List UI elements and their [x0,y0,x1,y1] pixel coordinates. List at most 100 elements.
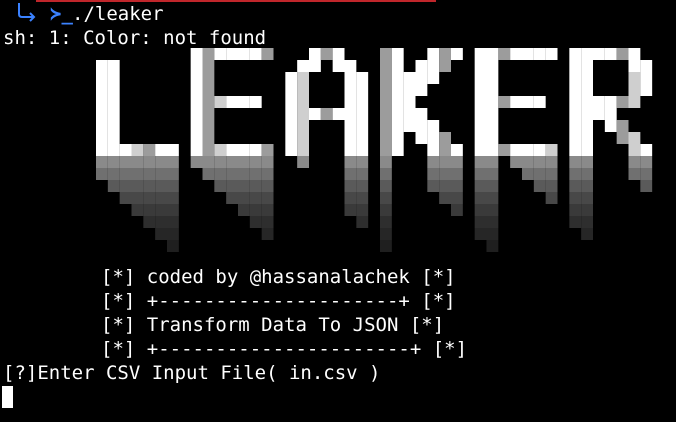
banner-pixel [226,192,238,204]
banner-pixel [96,156,108,168]
banner-pixel [380,96,392,108]
banner-pixel [344,180,357,192]
banner-pixel [96,132,108,144]
banner-pixel [616,96,629,108]
banner-pixel [155,228,167,240]
banner-pixel [569,84,582,96]
banner-pixel [143,168,156,180]
banner-pixel [356,156,369,168]
banner-pixel [380,72,392,84]
banner-pixel [403,84,416,96]
banner-pixel [356,96,369,108]
banner-pixel [119,144,132,156]
banner-pixel [167,180,179,192]
banner-pixel [439,48,451,60]
banner-pixel [297,96,309,108]
banner-pixel [190,156,203,168]
banner-pixel [474,48,487,60]
banner-pixel [96,96,108,108]
banner-pixel [380,48,392,60]
banner-pixel [581,132,593,144]
banner-pixel [356,132,369,144]
banner-pixel [190,144,203,156]
banner-pixel [427,120,440,132]
banner-pixel [119,156,132,168]
banner-pixel [107,120,120,132]
banner-pixel [155,168,167,180]
banner-pixel [202,132,215,144]
banner-pixel [604,96,617,108]
banner-pixel [403,108,416,120]
banner-pixel [285,144,298,156]
banner-pixel [131,180,144,192]
banner-pixel [332,48,345,60]
banner-pixel [249,96,262,108]
banner-pixel [380,108,392,120]
banner-pixel [415,108,428,120]
banner-pixel [569,48,582,60]
banner-pixel [344,60,357,72]
text-cursor[interactable] [2,386,13,408]
banner-pixel [474,156,487,168]
banner-pixel [581,48,593,60]
banner-pixel [344,192,357,204]
banner-pixel [474,120,487,132]
banner-pixel [616,132,629,144]
banner-pixel [451,192,463,204]
banner-pixel [238,180,250,192]
banner-pixel [439,180,451,192]
banner-pixel [155,180,167,192]
banner-pixel [167,240,179,252]
banner-pixel [510,48,522,60]
banner-pixel [510,96,522,108]
banner-pixel [155,192,167,204]
banner-pixel [628,156,641,168]
banner-pixel [167,192,179,204]
banner-pixel [486,228,499,240]
banner-pixel [474,108,487,120]
banner-pixel [403,120,416,132]
banner-pixel [391,84,404,96]
banner-pixel [451,48,463,60]
banner-pixel [628,144,641,156]
banner-pixel [261,192,274,204]
banner-pixel [261,180,274,192]
banner-pixel [640,156,653,168]
banner-pixel [427,168,440,180]
banner-pixel [107,132,120,144]
banner-pixel [107,72,120,84]
banner-pixel [190,120,203,132]
banner-pixel [190,72,203,84]
banner-pixel [522,96,534,108]
banner-pixel [380,120,392,132]
banner-pixel [569,120,582,132]
banner-pixel [380,60,392,72]
banner-pixel [96,120,108,132]
banner-pixel [249,144,262,156]
banner-pixel [640,180,653,192]
banner-pixel [486,240,499,252]
banner-pixel [249,168,262,180]
banner-pixel [628,96,641,108]
banner-pixel [640,168,653,180]
banner-pixel [261,48,274,60]
banner-pixel [143,192,156,204]
banner-pixel [249,216,262,228]
banner-pixel [640,72,653,84]
banner-pixel [297,144,309,156]
banner-pixel [604,120,617,132]
banner-pixel [167,144,179,156]
banner-pixel [486,84,499,96]
banner-pixel [320,108,333,120]
banner-pixel [131,144,144,156]
prompt-corner-arrow-icon [18,3,36,22]
banner-pixel [403,96,416,108]
leaker-banner-logo [96,48,653,252]
banner-pixel [238,96,250,108]
info-line-credit: [*] coded by @hassanalachek [*] [101,266,456,288]
banner-pixel [569,180,582,192]
banner-pixel [569,132,582,144]
banner-pixel [498,96,511,108]
banner-pixel [238,48,250,60]
banner-pixel [332,108,345,120]
